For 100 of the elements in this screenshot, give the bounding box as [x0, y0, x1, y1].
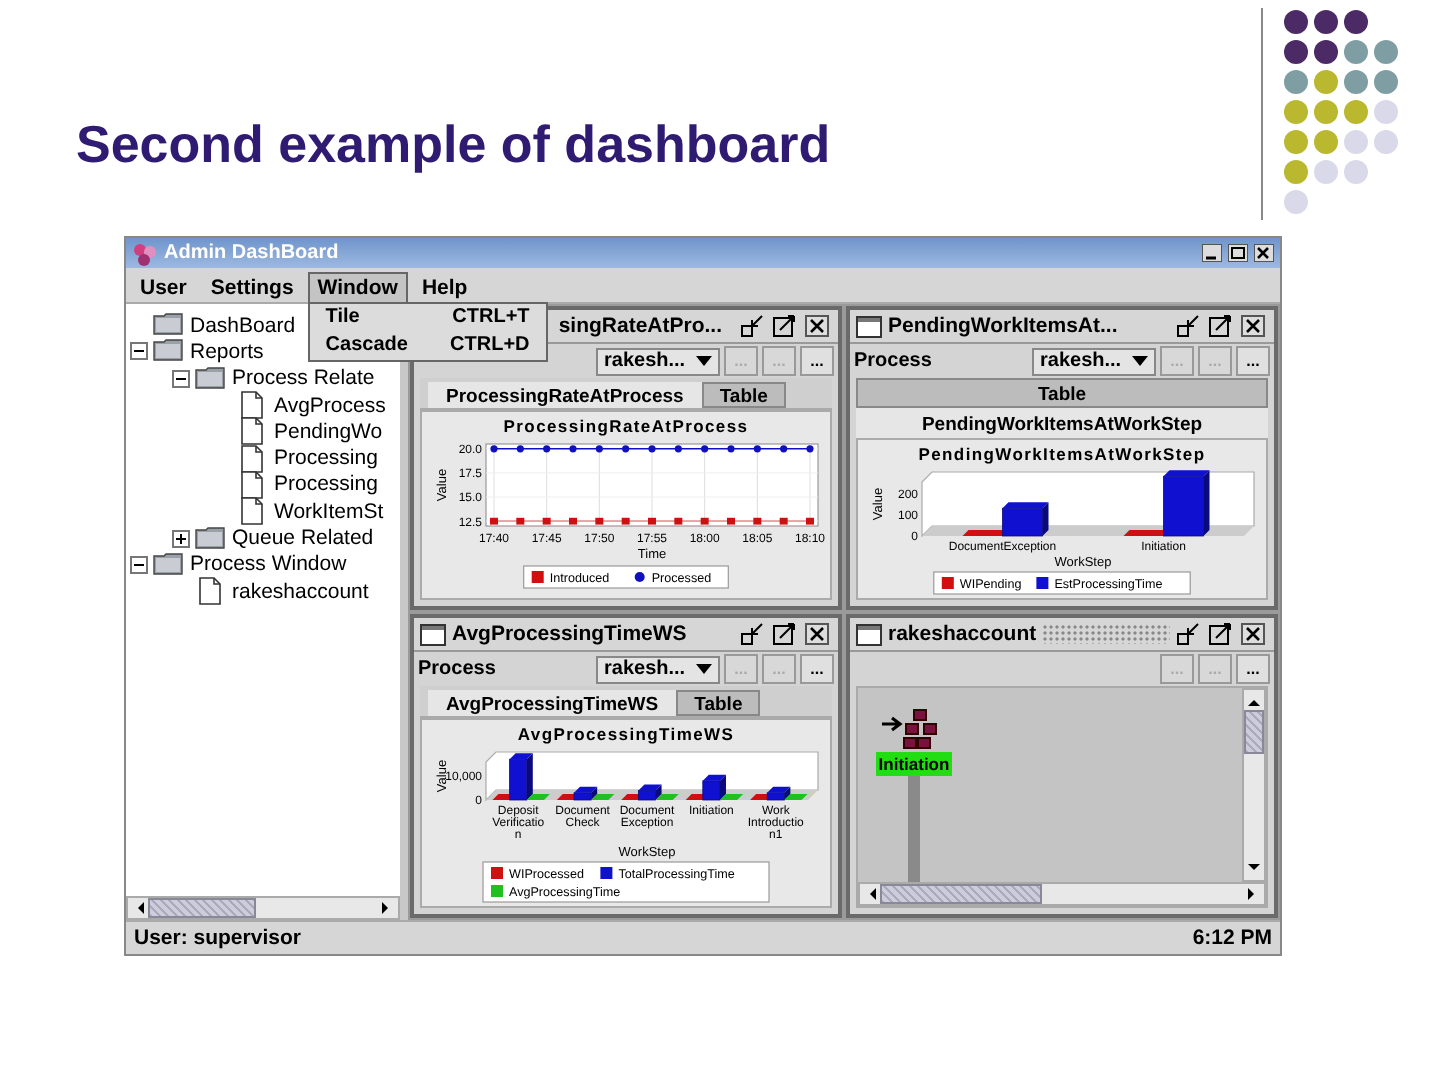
data-point [700, 517, 709, 525]
document-icon [236, 416, 268, 447]
data-point [753, 517, 762, 525]
close-icon[interactable] [804, 314, 832, 338]
data-point [701, 445, 709, 453]
scrollbar[interactable] [126, 896, 400, 920]
tab[interactable]: AvgProcessingTimeWS [428, 690, 677, 716]
caret-icon [696, 664, 712, 674]
menu-item[interactable]: Window [307, 271, 408, 303]
tab[interactable]: Table [676, 690, 761, 716]
field-label: Process [418, 658, 496, 680]
minimize-icon[interactable] [1176, 622, 1202, 646]
tree-item[interactable]: Processing [274, 472, 378, 497]
data-point [569, 517, 577, 525]
process-dropdown[interactable]: rakesh... [596, 347, 720, 375]
menu-item[interactable]: User [130, 271, 197, 303]
caret-icon [696, 356, 712, 366]
data-point [674, 517, 683, 525]
swimlane-bar [908, 776, 920, 882]
window-icon [856, 315, 882, 337]
tree-toggle[interactable] [130, 342, 148, 361]
ellipsis-button[interactable]: ... [1236, 346, 1270, 376]
menu-option[interactable]: Cascade CTRL+D [309, 331, 546, 359]
window-icon [420, 623, 446, 645]
tree-item[interactable]: Queue Related [232, 526, 374, 551]
maximize-icon[interactable] [772, 622, 798, 646]
data-point [490, 445, 498, 453]
tree-item[interactable]: rakeshaccount [232, 579, 369, 604]
tree-item[interactable]: DashBoard [190, 313, 296, 338]
document-icon [236, 469, 268, 500]
node-label[interactable]: Initiation [876, 752, 952, 776]
minimize-icon[interactable] [740, 622, 766, 646]
caret-icon [1132, 356, 1148, 366]
data-point [779, 517, 788, 525]
close-icon[interactable] [1240, 314, 1268, 338]
maximize-icon[interactable] [1208, 622, 1234, 646]
app-icon [132, 241, 158, 265]
tab[interactable]: ProcessingRateAtProcess [428, 382, 702, 408]
document-icon [236, 496, 268, 527]
maximize-icon[interactable] [772, 314, 798, 338]
menu-item[interactable]: Help [411, 271, 478, 303]
tree-toggle[interactable] [172, 529, 190, 548]
data-point [622, 445, 630, 453]
data-point [595, 517, 604, 525]
tree-item[interactable]: Processing [274, 446, 378, 471]
close-icon[interactable] [1254, 244, 1274, 262]
scrollbar[interactable] [858, 882, 1266, 906]
process-dropdown[interactable]: rakesh... [1032, 347, 1156, 375]
ellipsis-button[interactable]: ... [1236, 654, 1270, 684]
data-point [727, 445, 735, 453]
tree-item[interactable]: WorkItemSt [274, 499, 384, 524]
slide-title: Second example of dashboard [74, 112, 831, 176]
menu-item[interactable]: Settings [200, 271, 304, 303]
tab[interactable]: PendingWorkItemsAtWorkStep [856, 408, 1268, 438]
folder-icon [152, 336, 184, 367]
data-point [516, 517, 525, 525]
chart-title: AvgProcessingTimeWS [517, 724, 735, 744]
chart-title: ProcessingRateAtProcess [503, 416, 749, 436]
data-point [543, 445, 551, 453]
minimize-icon[interactable] [1202, 244, 1222, 262]
data-point [727, 517, 735, 525]
window-title: Admin DashBoard [164, 242, 341, 264]
frame-title: AvgProcessingTimeWS [452, 622, 689, 646]
folder-icon [194, 363, 226, 394]
scrollbar[interactable] [1242, 688, 1266, 882]
close-icon[interactable] [1240, 622, 1268, 646]
data-point [753, 445, 761, 453]
data-point [490, 517, 498, 525]
tree-item[interactable]: Reports [190, 339, 264, 364]
close-icon[interactable] [804, 622, 832, 646]
tree-toggle[interactable] [130, 555, 148, 574]
minimize-icon[interactable] [740, 314, 766, 338]
tree-toggle[interactable] [172, 369, 190, 388]
tree-item[interactable]: PendingWo [274, 419, 383, 444]
title-bar-grip [1042, 624, 1170, 644]
menu-option[interactable]: Tile CTRL+T [309, 303, 546, 331]
data-point [648, 517, 656, 525]
ellipsis-button[interactable]: ... [800, 654, 834, 684]
tab[interactable]: Table [701, 382, 786, 408]
folder-icon [194, 523, 226, 554]
data-point [806, 517, 814, 525]
tab[interactable]: Table [856, 378, 1268, 408]
frame-title: rakeshaccount [888, 622, 1037, 646]
process-dropdown[interactable]: rakesh... [596, 655, 720, 683]
document-icon [236, 443, 268, 474]
minimize-icon[interactable] [1176, 314, 1202, 338]
data-point [516, 445, 524, 453]
data-point [780, 445, 788, 453]
chart-title: PendingWorkItemsAtWorkStep [918, 444, 1206, 464]
ellipsis-button[interactable]: ... [800, 346, 834, 376]
status-text: User: supervisor [134, 926, 301, 950]
tree-item[interactable]: Process Relate [232, 366, 375, 391]
maximize-icon[interactable] [1228, 244, 1248, 262]
folder-icon [152, 549, 184, 580]
field-label: Process [854, 350, 932, 372]
maximize-icon[interactable] [1208, 314, 1234, 338]
clock-text: 6:12 PM [1192, 926, 1272, 950]
data-point [674, 445, 682, 453]
tree-item[interactable]: Process Window [190, 552, 347, 577]
tree-item[interactable]: AvgProcess [274, 393, 386, 418]
